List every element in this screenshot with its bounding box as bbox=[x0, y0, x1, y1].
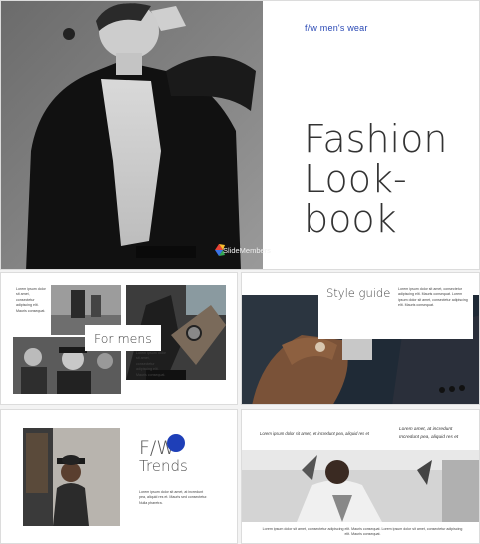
header-right-2: Incredunt pea, aliquid res et bbox=[399, 435, 459, 440]
body-text: Lorem ipsum dolor sit amet, consectetur … bbox=[398, 287, 468, 308]
style-guide-label: Style guide bbox=[326, 286, 391, 300]
title-line: book bbox=[304, 197, 397, 241]
slide-for-mens[interactable]: Lorem ipsum dolor sit amet, consectetur … bbox=[0, 272, 238, 405]
body-text: Lorem ipsum dolor sit amet, consectetur … bbox=[16, 287, 46, 313]
for-mens-label: For mens bbox=[85, 325, 161, 351]
title-line: Fashion bbox=[304, 117, 448, 161]
slide-portrait[interactable]: Lorem ipsum dolor sit amet, et incredunt… bbox=[241, 409, 480, 544]
trends-heading: Trends bbox=[139, 457, 188, 475]
slide-fashion-lookbook[interactable]: f/w men's wear Fashion Look- book SlideM… bbox=[0, 0, 480, 270]
subtitle-mens-wear: f/w men's wear bbox=[305, 23, 368, 33]
model-photo bbox=[1, 1, 263, 269]
trends-photo bbox=[23, 428, 120, 526]
logo-text: SlideMembers bbox=[223, 246, 271, 255]
page-title: Fashion Look- book bbox=[304, 119, 447, 239]
title-line: Look- bbox=[304, 157, 407, 201]
header-left: Lorem ipsum dolor sit amet, et incredunt… bbox=[260, 431, 369, 436]
body-text: Lorem ipsum dolor sit amet, at incredunt… bbox=[139, 490, 208, 505]
footer-text: Lorem ipsum dolor sit amet, consectetur … bbox=[262, 527, 463, 537]
slide-style-guide[interactable]: Style guide Lorem ipsum dolor sit amet, … bbox=[241, 272, 480, 405]
man-photo bbox=[242, 450, 479, 522]
header-right-1: Lorem amet, at incredunt bbox=[399, 427, 453, 432]
slide-fw-trends[interactable]: F/W Trends Lorem ipsum dolor sit amet, a… bbox=[0, 409, 238, 544]
blue-dot-accent bbox=[167, 434, 185, 452]
body-text: Lorem ipsum dolor sit amet, consectetur … bbox=[136, 351, 166, 377]
